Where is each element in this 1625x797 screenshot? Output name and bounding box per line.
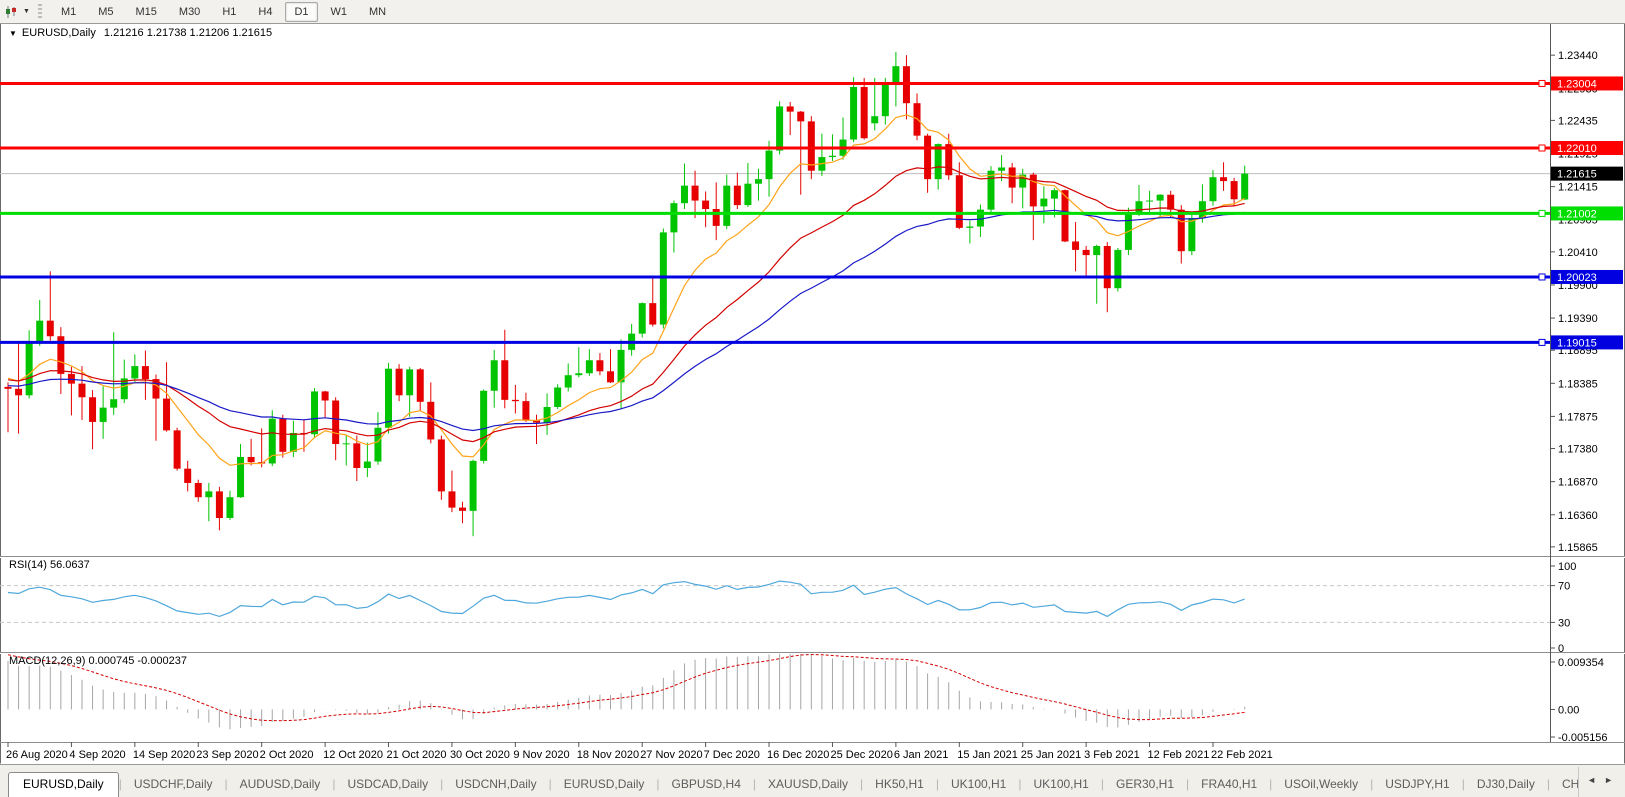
chart-tab-usdcnh-daily[interactable]: USDCNH,Daily <box>443 773 548 797</box>
svg-text:4 Sep 2020: 4 Sep 2020 <box>69 749 125 761</box>
timeframe-button-mn[interactable]: MN <box>360 2 395 22</box>
svg-text:3 Feb 2021: 3 Feb 2021 <box>1084 749 1140 761</box>
date-axis[interactable]: 26 Aug 20204 Sep 2020 14 Sep 202023 Sep 2… <box>6 742 1273 761</box>
svg-text:14 Sep 2020: 14 Sep 2020 <box>133 749 195 761</box>
horizontal-level-lines <box>0 80 1550 345</box>
chart-tab-audusd-daily[interactable]: AUDUSD,Daily <box>228 773 333 797</box>
tab-scroll-controls: ◄ ► <box>1578 767 1625 797</box>
svg-text:15 Jan 2021: 15 Jan 2021 <box>957 749 1018 761</box>
svg-text:1.23004: 1.23004 <box>1557 78 1597 90</box>
timeframe-button-h4[interactable]: H4 <box>249 2 281 22</box>
chart-tab-fra40-h1[interactable]: FRA40,H1 <box>1189 773 1269 797</box>
svg-text:1.16360: 1.16360 <box>1558 510 1598 522</box>
timeframe-button-m15[interactable]: M15 <box>127 2 166 22</box>
rsi-indicator-label: RSI(14) 56.0637 <box>9 559 90 571</box>
svg-text:12 Feb 2021: 12 Feb 2021 <box>1148 749 1210 761</box>
svg-text:0: 0 <box>1558 643 1564 655</box>
chart-tab-xauusd-daily[interactable]: XAUUSD,Daily <box>756 773 860 797</box>
svg-text:1.17875: 1.17875 <box>1558 411 1598 423</box>
chart-tab-gbpusd-h4[interactable]: GBPUSD,H4 <box>660 773 753 797</box>
svg-text:26 Aug 2020: 26 Aug 2020 <box>6 749 68 761</box>
svg-text:1.21002: 1.21002 <box>1557 208 1597 220</box>
price-chart-canvas[interactable]: 1.234401.229301.224351.219251.214151.209… <box>0 0 1625 796</box>
collapse-caret-icon[interactable]: ▼ <box>9 29 17 38</box>
timeframe-button-h1[interactable]: H1 <box>213 2 245 22</box>
svg-text:1.22435: 1.22435 <box>1558 115 1598 127</box>
svg-text:100: 100 <box>1558 561 1576 573</box>
chart-type-dropdown-caret[interactable]: ▼ <box>23 8 30 15</box>
chart-ohlc-readout: 1.21216 1.21738 1.21206 1.21615 <box>104 27 272 39</box>
svg-text:1.21415: 1.21415 <box>1558 182 1598 194</box>
candlesticks <box>5 52 1249 536</box>
timeframe-button-m5[interactable]: M5 <box>89 2 122 22</box>
macd-panel: 0.009354 0.00 -0.005156 <box>8 654 1608 744</box>
svg-text:1.19015: 1.19015 <box>1557 337 1597 349</box>
svg-text:2 Oct 2020: 2 Oct 2020 <box>260 749 314 761</box>
timeframe-button-w1[interactable]: W1 <box>322 2 357 22</box>
chart-tab-eurusd-daily[interactable]: EURUSD,Daily <box>552 773 657 797</box>
rsi-panel: 100 70 30 0 <box>0 561 1576 655</box>
timeframe-button-m1[interactable]: M1 <box>52 2 85 22</box>
moving-average-lines <box>8 115 1245 465</box>
svg-text:1.20410: 1.20410 <box>1558 247 1598 259</box>
svg-text:16 Dec 2020: 16 Dec 2020 <box>767 749 829 761</box>
svg-text:21 Oct 2020: 21 Oct 2020 <box>387 749 447 761</box>
svg-text:6 Jan 2021: 6 Jan 2021 <box>894 749 948 761</box>
svg-text:70: 70 <box>1558 581 1570 593</box>
timeframe-button-m30[interactable]: M30 <box>170 2 209 22</box>
svg-text:1.22010: 1.22010 <box>1557 143 1597 155</box>
chart-tab-usdcad-daily[interactable]: USDCAD,Daily <box>335 773 440 797</box>
timeframe-button-d1[interactable]: D1 <box>285 2 317 22</box>
chart-tab-eurusd-daily[interactable]: EURUSD,Daily <box>8 772 119 797</box>
toolbar: ▼ M1M5M15M30H1H4D1W1MN <box>0 0 1625 24</box>
svg-text:1.15865: 1.15865 <box>1558 542 1598 554</box>
tab-scroll-left-icon[interactable]: ◄ <box>1583 773 1600 787</box>
macd-indicator-label: MACD(12,26,9) 0.000745 -0.000237 <box>9 655 187 667</box>
svg-text:25 Jan 2021: 25 Jan 2021 <box>1021 749 1082 761</box>
svg-text:22 Feb 2021: 22 Feb 2021 <box>1211 749 1273 761</box>
svg-text:1.20023: 1.20023 <box>1557 272 1597 284</box>
svg-text:23 Sep 2020: 23 Sep 2020 <box>196 749 258 761</box>
svg-text:25 Dec 2020: 25 Dec 2020 <box>830 749 892 761</box>
chart-title: ▼ EURUSD,Daily 1.21216 1.21738 1.21206 1.2… <box>9 27 272 39</box>
chart-tab-china300-h1[interactable]: CHINA300,H1 <box>1550 773 1578 797</box>
svg-text:1.17380: 1.17380 <box>1558 444 1598 456</box>
svg-text:1.21615: 1.21615 <box>1557 169 1597 181</box>
chart-tab-usdchf-daily[interactable]: USDCHF,Daily <box>122 773 225 797</box>
chart-tab-uk100-h1[interactable]: UK100,H1 <box>1021 773 1100 797</box>
chart-tab-usoil-weekly[interactable]: USOil,Weekly <box>1272 773 1370 797</box>
chart-tab-dj30-daily[interactable]: DJ30,Daily <box>1465 773 1547 797</box>
chart-tab-uk100-h1[interactable]: UK100,H1 <box>939 773 1018 797</box>
svg-text:1.16870: 1.16870 <box>1558 477 1598 489</box>
chart-tab-usdjpy-h1[interactable]: USDJPY,H1 <box>1373 773 1461 797</box>
svg-text:0.009354: 0.009354 <box>1558 657 1604 669</box>
chart-type-icon[interactable] <box>1 3 21 21</box>
svg-text:7 Dec 2020: 7 Dec 2020 <box>704 749 760 761</box>
candlestick-icon-glyph <box>4 5 18 19</box>
svg-text:12 Oct 2020: 12 Oct 2020 <box>323 749 383 761</box>
chart-tab-ger30-h1[interactable]: GER30,H1 <box>1104 773 1186 797</box>
chart-tabs: EURUSD,Daily|USDCHF,Daily|AUDUSD,Daily|U… <box>0 771 1578 797</box>
svg-text:-0.005156: -0.005156 <box>1558 732 1608 744</box>
svg-text:30 Oct 2020: 30 Oct 2020 <box>450 749 510 761</box>
price-axis[interactable]: 1.234401.229301.224351.219251.214151.209… <box>1550 50 1598 554</box>
svg-text:0.00: 0.00 <box>1558 704 1579 716</box>
svg-text:1.23440: 1.23440 <box>1558 50 1598 62</box>
toolbar-grip <box>38 4 42 20</box>
tab-scroll-right-icon[interactable]: ► <box>1600 773 1617 787</box>
svg-text:1.19390: 1.19390 <box>1558 313 1598 325</box>
svg-text:9 Nov 2020: 9 Nov 2020 <box>513 749 569 761</box>
chart-symbol-label: EURUSD,Daily <box>22 27 96 39</box>
svg-text:1.18385: 1.18385 <box>1558 378 1598 390</box>
svg-text:30: 30 <box>1558 617 1570 629</box>
timeframe-buttons: M1M5M15M30H1H4D1W1MN <box>50 2 397 22</box>
chart-tab-hk50-h1[interactable]: HK50,H1 <box>863 773 936 797</box>
chart-tab-bar: EURUSD,Daily|USDCHF,Daily|AUDUSD,Daily|U… <box>0 764 1625 797</box>
svg-text:18 Nov 2020: 18 Nov 2020 <box>577 749 639 761</box>
svg-text:27 Nov 2020: 27 Nov 2020 <box>640 749 702 761</box>
